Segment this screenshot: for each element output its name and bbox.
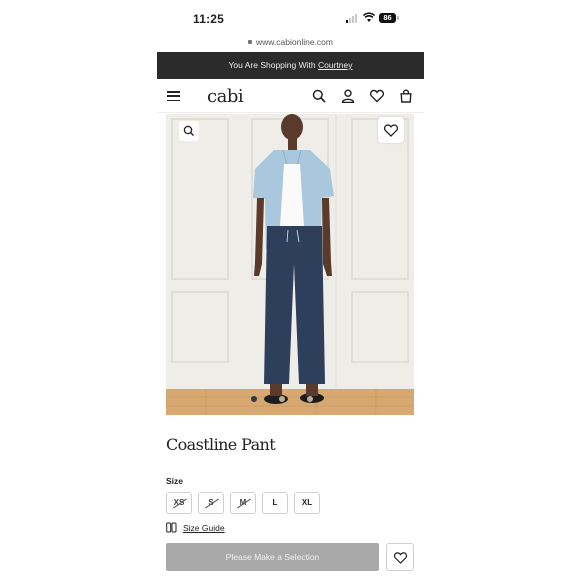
search-icon[interactable] [312, 89, 326, 103]
shopping-with-banner: You Are Shopping With Courtney [157, 52, 424, 79]
wifi-icon [363, 12, 375, 22]
battery-icon: 86 [379, 13, 399, 23]
size-guide-text: Size Guide [183, 522, 225, 533]
wishlist-button[interactable] [386, 543, 414, 571]
size-option-xs[interactable]: XS [166, 492, 192, 514]
size-label: Size [166, 476, 184, 486]
size-option-xl[interactable]: XL [294, 492, 320, 514]
heart-icon [383, 124, 399, 137]
user-icon[interactable] [341, 89, 355, 103]
carousel-dot[interactable] [307, 396, 313, 402]
product-title: Coastline Pant [166, 435, 276, 454]
brand-logo[interactable]: cabi [207, 86, 244, 107]
size-option-s[interactable]: S [198, 492, 224, 514]
cellular-signal-icon [346, 14, 357, 23]
size-option-m[interactable]: M [230, 492, 256, 514]
host-link[interactable]: Courtney [318, 60, 353, 70]
status-time: 11:25 [193, 12, 225, 26]
model-photo [166, 114, 414, 415]
size-selector: XS S M L XL [166, 492, 320, 514]
search-icon [183, 125, 194, 136]
favorite-button[interactable] [378, 117, 404, 143]
carousel-dot[interactable] [279, 396, 285, 402]
size-guide-link[interactable]: Size Guide [166, 522, 225, 533]
banner-text: You Are Shopping With [228, 60, 318, 70]
status-bar: 11:25 86 [157, 0, 424, 36]
product-image[interactable] [166, 114, 414, 415]
mobile-screen: 11:25 86 www.cabionline.com You Are Shop… [157, 0, 424, 580]
menu-icon[interactable] [167, 91, 180, 102]
size-guide-icon [166, 522, 177, 533]
heart-icon[interactable] [370, 89, 384, 103]
size-option-l[interactable]: L [262, 492, 288, 514]
heart-icon [394, 552, 407, 564]
url-text: www.cabionline.com [255, 37, 333, 47]
zoom-button[interactable] [179, 121, 199, 141]
image-carousel-dots [251, 396, 313, 402]
add-to-bag-button[interactable]: Please Make a Selection [166, 543, 379, 571]
bag-icon[interactable] [399, 89, 413, 103]
address-bar[interactable]: www.cabionline.com [157, 37, 424, 51]
lock-icon [247, 40, 252, 44]
carousel-dot[interactable] [251, 396, 257, 402]
site-header: cabi [157, 79, 424, 113]
